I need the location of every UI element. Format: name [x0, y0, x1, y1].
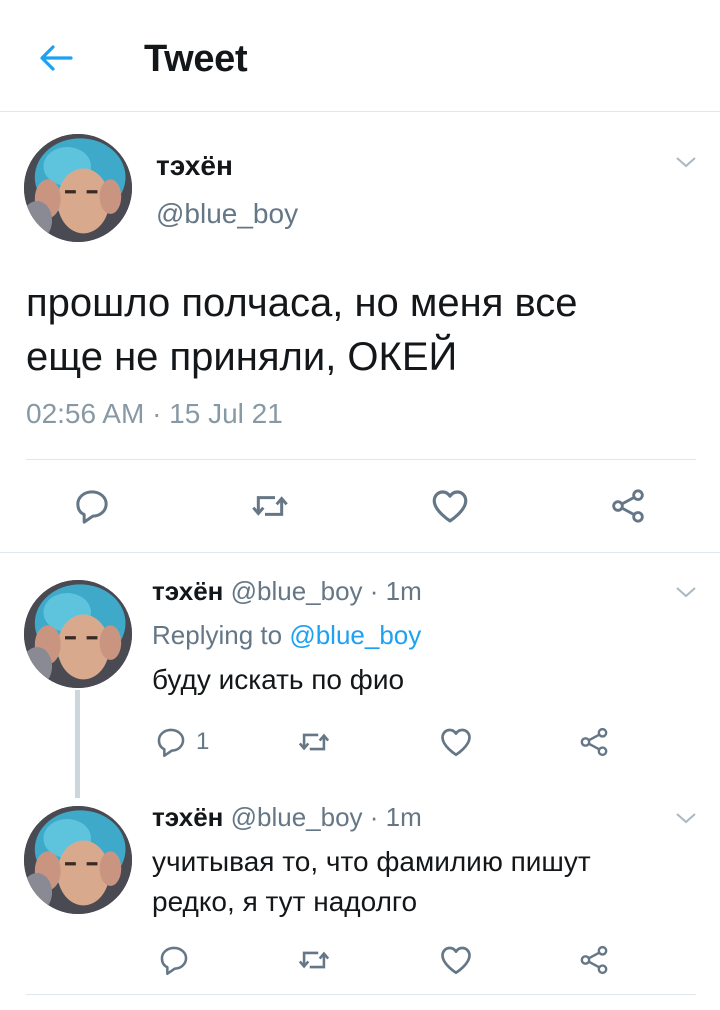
avatar[interactable]: [24, 134, 132, 242]
top-bar: [0, 0, 720, 112]
reply-icon[interactable]: [154, 725, 188, 759]
like-icon[interactable]: [428, 484, 472, 528]
reply-count: 1: [196, 728, 210, 755]
author-name[interactable]: тэхён: [152, 576, 223, 606]
tweet-text-line: еще не приняли, ОКЕЙ: [26, 335, 458, 379]
share-icon[interactable]: [606, 484, 650, 528]
avatar[interactable]: [24, 806, 132, 914]
chevron-down-icon[interactable]: [674, 584, 698, 605]
reply-header: тэхён @blue_boy · 1m: [152, 802, 422, 833]
replying-to: Replying to @blue_boy: [152, 620, 421, 651]
replying-handle-link[interactable]: @blue_boy: [289, 620, 421, 650]
tweet-text: прошло полчаса, но меня все еще не приня…: [26, 276, 686, 384]
retweet-icon[interactable]: [294, 940, 334, 980]
reply-text: учитывая то, что фамилию пишут редко, я …: [152, 842, 692, 922]
retweet-icon[interactable]: [248, 484, 292, 528]
author-name[interactable]: тэхён: [152, 802, 223, 832]
like-icon[interactable]: [436, 722, 476, 762]
share-icon[interactable]: [574, 722, 614, 762]
tweet-text-line: прошло полчаса, но меня все: [26, 281, 578, 325]
author-handle[interactable]: @blue_boy: [231, 576, 363, 606]
reply-icon[interactable]: [154, 940, 194, 980]
reply-time: · 1m: [369, 802, 422, 832]
reply-time: · 1m: [369, 576, 422, 606]
tweet-timestamp[interactable]: 02:56 AM · 15 Jul 21: [26, 398, 283, 430]
author-handle[interactable]: @blue_boy: [231, 802, 363, 832]
reply-text: буду искать по фио: [152, 664, 405, 695]
retweet-icon[interactable]: [294, 722, 334, 762]
reply-text-line: учитывая то, что фамилию пишут: [152, 846, 591, 877]
share-icon[interactable]: [574, 940, 614, 980]
thread-connector: [75, 690, 80, 798]
divider: [26, 994, 696, 995]
reply-icon[interactable]: [70, 484, 114, 528]
like-icon[interactable]: [436, 940, 476, 980]
reply-text-line: редко, я тут надолго: [152, 886, 418, 917]
author-name[interactable]: тэхён: [156, 150, 233, 182]
replying-prefix: Replying to: [152, 620, 283, 650]
author-handle[interactable]: @blue_boy: [156, 198, 298, 230]
page-title: Tweet: [144, 38, 248, 80]
divider: [26, 459, 696, 460]
reply-action[interactable]: 1: [154, 722, 209, 762]
back-arrow-icon[interactable]: [36, 40, 76, 76]
reply-header: тэхён @blue_boy · 1m: [152, 576, 422, 607]
avatar[interactable]: [24, 580, 132, 688]
chevron-down-icon[interactable]: [674, 810, 698, 831]
divider: [0, 552, 720, 553]
chevron-down-icon[interactable]: [674, 154, 698, 175]
